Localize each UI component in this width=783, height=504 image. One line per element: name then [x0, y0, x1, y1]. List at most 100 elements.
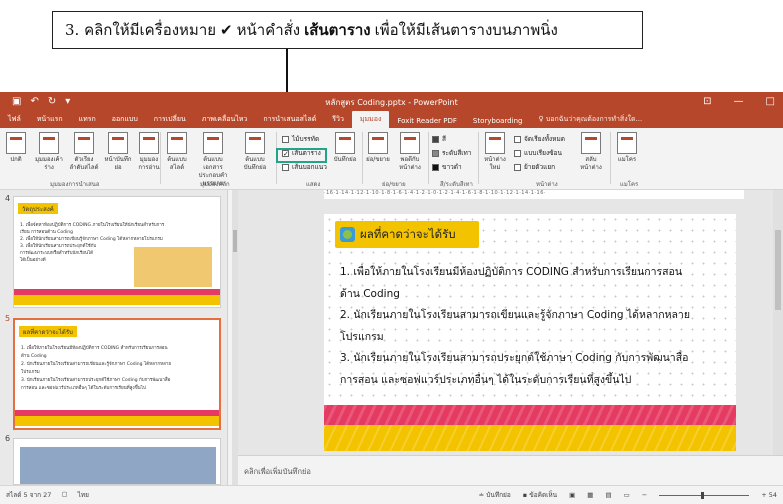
zoom-out-icon[interactable]: − [642, 491, 647, 499]
switch-windows-button[interactable]: สลับหน้าต่าง [576, 132, 606, 172]
notes-placeholder: คลิกเพื่อเพิ่มบันทึกย่อ [244, 467, 311, 476]
color-option[interactable]: สี [432, 134, 446, 144]
notes-page-button[interactable]: หน้าบันทึกย่อ [104, 132, 132, 172]
normal-view-button[interactable]: ปกติ [6, 132, 26, 164]
zoom-icon [368, 132, 388, 154]
language-indicator[interactable]: ไทย [78, 490, 89, 500]
color-swatch-icon [432, 135, 439, 143]
guides-checkbox[interactable]: เส้นบอกแนว [282, 162, 327, 172]
notes-pane[interactable]: คลิกเพื่อเพิ่มบันทึกย่อ [238, 455, 783, 485]
notes-master-icon [245, 132, 265, 154]
ruler-checkbox[interactable]: ไม้บรรทัด [282, 134, 319, 144]
grayscale-option[interactable]: ระดับสีเทา [432, 148, 471, 158]
guides-box[interactable] [282, 163, 289, 171]
comments-status-label: ข้อคิดเห็น [529, 491, 558, 499]
comments-status-button[interactable]: ▪ ข้อคิดเห็น [523, 490, 557, 500]
new-window-button[interactable]: หน้าต่างใหม่ [482, 132, 508, 172]
slide-heading-box[interactable]: ผลที่คาดว่าจะได้รับ [335, 221, 479, 248]
editor-scrollbar[interactable] [773, 190, 783, 455]
slide-canvas[interactable]: ผลที่คาดว่าจะได้รับ 1. เพื่อให้ภายในโรงเ… [324, 214, 736, 451]
zoom-level[interactable]: + 54 [761, 491, 777, 499]
group-separator [428, 132, 429, 184]
blackwhite-swatch-icon [432, 163, 439, 171]
arrange-all-label: จัดเรียงทั้งหมด [524, 135, 565, 143]
group-label-macros: แมโคร [620, 181, 639, 188]
slide-sorter-button[interactable]: ตัวเรียงลำดับสไลด์ [68, 132, 100, 172]
title-bar: ▣ ↶ ↻ ▾ หลักสูตร Coding.pptx - PowerPoin… [0, 92, 783, 111]
maximize-icon[interactable]: □ [766, 96, 775, 107]
slide-thumbnail-selected[interactable]: ผลที่คาดว่าจะได้รับ 1. เพื่อให้ภายในโรงเ… [13, 318, 221, 430]
grayscale-swatch-icon [432, 149, 439, 157]
slide-sorter-label: ตัวเรียงลำดับสไลด์ [69, 156, 99, 171]
arrange-all-icon [514, 135, 521, 143]
ribbon-tabs: ไฟล์ หน้าแรก แทรก ออกแบบ การเปลี่ยน ภาพเ… [0, 111, 783, 128]
new-window-icon [485, 132, 505, 154]
notes-toggle-button[interactable]: บันทึกย่อ [332, 132, 358, 164]
minimize-icon[interactable]: — [734, 96, 744, 107]
reading-view-icon [139, 132, 159, 154]
slide-thumbnail[interactable] [13, 438, 221, 485]
sorter-view-status-icon[interactable]: ▦ [587, 491, 593, 499]
notes-status-button[interactable]: ≐ บันทึกย่อ [479, 490, 511, 500]
outline-view-button[interactable]: มุมมองเค้าร่าง [35, 132, 63, 172]
gridlines-highlight [276, 148, 327, 163]
tab-file[interactable]: ไฟล์ [0, 114, 29, 128]
slide-body-textbox[interactable]: 1. เพื่อให้ภายในโรงเรียนมีห้องปฏิบัติการ… [340, 262, 732, 391]
thumb-line: 1. เพื่อให้ภายในโรงเรียนมีห้องปฏิบัติการ… [21, 346, 168, 351]
grayscale-label: ระดับสีเทา [442, 149, 472, 157]
tab-foxit[interactable]: Foxit Reader PDF [389, 117, 465, 128]
tab-design[interactable]: ออกแบบ [104, 114, 146, 128]
tab-view[interactable]: มุมมอง [351, 111, 390, 128]
slide-thumbnails-panel: 4 วัตถุประสงค์ 1. เพื่อจัดหาห้องปฏิบัติก… [0, 190, 228, 485]
normal-view-status-icon[interactable]: ▣ [569, 491, 575, 499]
thumb-number: 5 [5, 314, 11, 323]
thumb-line: ได้เป็นอย่างดี [20, 258, 46, 263]
slide-editor: ·16·1·14·1·12·1·10·1·8·1·6·1·4·1·2·1·0·1… [238, 190, 783, 485]
slide-counter: สไลด์ 5 จาก 27 [6, 491, 52, 499]
group-separator [362, 132, 363, 184]
fit-window-button[interactable]: พอดีกับหน้าต่าง [394, 132, 426, 172]
tab-slideshow[interactable]: การนำเสนอสไลด์ [255, 114, 324, 128]
tab-animations[interactable]: ภาพเคลื่อนไหว [194, 114, 256, 128]
thumb-line: การพัฒนาระบบหรือสำหรับนักเรียนได้ [20, 251, 94, 256]
reading-view-button[interactable]: มุมมองการอ่าน [136, 132, 162, 172]
move-split-label: ย้ายตัวแยก [524, 163, 556, 171]
normal-view-label: ปกติ [10, 156, 22, 163]
editor-scroll-thumb[interactable] [775, 230, 781, 310]
color-label: สี [442, 135, 446, 143]
tell-me-search[interactable]: ♀ บอกฉันว่าคุณต้องการทำสิ่งใด... [538, 114, 642, 128]
notes-page-label: หน้าบันทึกย่อ [104, 156, 132, 171]
macros-button[interactable]: แมโคร [614, 132, 640, 164]
arrange-all-button[interactable]: จัดเรียงทั้งหมด [514, 134, 565, 144]
tab-storyboarding[interactable]: Storyboarding [465, 117, 531, 128]
ruler-label: ไม้บรรทัด [292, 135, 320, 143]
slide-thumbnail[interactable]: วัตถุประสงค์ 1. เพื่อจัดหาห้องปฏิบัติการ… [13, 196, 221, 308]
new-window-label: หน้าต่างใหม่ [484, 156, 506, 171]
decor-band-pink [324, 405, 736, 425]
slide-master-icon [167, 132, 187, 154]
tab-transitions[interactable]: การเปลี่ยน [146, 114, 194, 128]
spell-check-icon[interactable]: ▢ [61, 490, 67, 500]
zoom-button[interactable]: ย่อ/ขยาย [366, 132, 390, 164]
thumb-line: 3. เพื่อให้นักเรียนสามารถประยุกต์ใช้กับ [20, 244, 97, 249]
notes-master-button[interactable]: ต้นแบบบันทึกย่อ [238, 132, 272, 172]
thumb-line: 2. เพื่อให้นักเรียนสามารถเขียนรู้จักภาษา… [20, 237, 163, 242]
slide-line: ด้าน Coding [340, 287, 400, 300]
blackwhite-option[interactable]: ขาวดำ [432, 162, 462, 172]
tab-insert[interactable]: แทรก [71, 114, 104, 128]
reading-view-status-icon[interactable]: ▤ [605, 491, 611, 499]
slide-master-label: ต้นแบบสไลด์ [167, 156, 187, 171]
slide-master-button[interactable]: ต้นแบบสไลด์ [162, 132, 192, 172]
cascade-button[interactable]: แบบเรียงซ้อน [514, 148, 562, 158]
tab-review[interactable]: รีวิว [324, 114, 352, 128]
tab-home[interactable]: หน้าแรก [29, 114, 71, 128]
slideshow-status-icon[interactable]: ▭ [624, 491, 630, 499]
move-split-button[interactable]: ย้ายตัวแยก [514, 162, 555, 172]
ribbon-display-icon[interactable]: ⊡ [703, 96, 711, 107]
zoom-slider[interactable] [659, 491, 750, 499]
ribbon: ปกติ มุมมองเค้าร่าง ตัวเรียงลำดับสไลด์ ห… [0, 128, 783, 190]
thumbnails-scroll-thumb[interactable] [233, 230, 237, 252]
outline-view-label: มุมมองเค้าร่าง [35, 156, 63, 171]
ruler-box[interactable] [282, 135, 289, 143]
slide-line: โปรแกรม [340, 330, 384, 343]
